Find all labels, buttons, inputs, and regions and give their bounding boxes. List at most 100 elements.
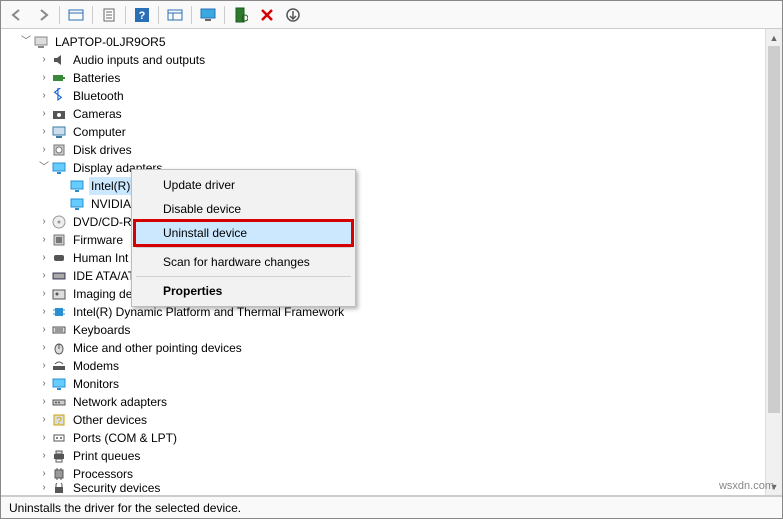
- device-node[interactable]: NVIDIA: [1, 195, 765, 213]
- device-tree[interactable]: ﹀ LAPTOP-0LJR9OR5 ›Audio inputs and outp…: [1, 29, 765, 495]
- expand-icon[interactable]: ›: [37, 483, 51, 493]
- menu-item[interactable]: Properties: [135, 279, 352, 303]
- category-label: Mice and other pointing devices: [71, 339, 244, 357]
- display-icon: [51, 160, 67, 176]
- back-button[interactable]: [5, 4, 29, 26]
- menu-item[interactable]: Uninstall device: [135, 221, 352, 245]
- expand-icon[interactable]: ›: [37, 395, 51, 409]
- category-label: Cameras: [71, 105, 124, 123]
- device-node[interactable]: Intel(R): [1, 177, 765, 195]
- modem-icon: [51, 358, 67, 374]
- expand-icon[interactable]: ›: [37, 305, 51, 319]
- network-icon: [51, 394, 67, 410]
- collapse-icon[interactable]: ﹀: [19, 35, 33, 49]
- collapse-icon[interactable]: ﹀: [37, 161, 51, 175]
- expand-icon[interactable]: ›: [37, 89, 51, 103]
- scan-button[interactable]: [229, 4, 253, 26]
- device-manager-window: ? ﹀ LAPTOP-0LJR9OR5 ›Audio inputs: [0, 0, 783, 519]
- expand-icon[interactable]: ›: [37, 71, 51, 85]
- expand-icon[interactable]: ›: [37, 467, 51, 481]
- category-node[interactable]: › Mice and other pointing devices: [1, 339, 765, 357]
- category-node[interactable]: ›Imaging de: [1, 285, 765, 303]
- separator: [125, 6, 126, 24]
- views-button[interactable]: [163, 4, 187, 26]
- printer-icon: [51, 448, 67, 464]
- category-node[interactable]: › DVD/CD-R: [1, 213, 765, 231]
- menu-item[interactable]: Disable device: [135, 197, 352, 221]
- category-node[interactable]: › Security devices: [1, 483, 765, 493]
- separator: [92, 6, 93, 24]
- battery-icon: [51, 70, 67, 86]
- status-text: Uninstalls the driver for the selected d…: [9, 501, 241, 515]
- expand-icon[interactable]: ›: [37, 413, 51, 427]
- cpu-icon: [51, 466, 67, 482]
- category-node[interactable]: › Modems: [1, 357, 765, 375]
- category-node[interactable]: ›Computer: [1, 123, 765, 141]
- ide-icon: [51, 268, 67, 284]
- expand-icon[interactable]: ›: [37, 215, 51, 229]
- context-menu: Update driverDisable deviceUninstall dev…: [131, 169, 356, 307]
- category-node[interactable]: › Keyboards: [1, 321, 765, 339]
- computer-icon: [33, 34, 49, 50]
- help-button[interactable]: ?: [130, 4, 154, 26]
- port-icon: [51, 430, 67, 446]
- category-node[interactable]: ﹀Display adapters: [1, 159, 765, 177]
- category-node[interactable]: ›Intel(R) Dynamic Platform and Thermal F…: [1, 303, 765, 321]
- menu-item[interactable]: Scan for hardware changes: [135, 250, 352, 274]
- scroll-track[interactable]: [766, 46, 782, 478]
- expand-icon[interactable]: ›: [37, 323, 51, 337]
- scroll-thumb[interactable]: [768, 46, 780, 413]
- toolbar: ?: [1, 1, 782, 29]
- forward-button[interactable]: [31, 4, 55, 26]
- expand-icon[interactable]: ›: [37, 107, 51, 121]
- properties-button[interactable]: [97, 4, 121, 26]
- category-node[interactable]: ›IDE ATA/AT: [1, 267, 765, 285]
- display-icon: [69, 196, 85, 212]
- expand-icon[interactable]: ›: [37, 53, 51, 67]
- show-hidden-button[interactable]: [64, 4, 88, 26]
- expand-icon[interactable]: ›: [37, 143, 51, 157]
- category-label: Other devices: [71, 411, 149, 429]
- expand-icon[interactable]: ›: [37, 431, 51, 445]
- category-label: Keyboards: [71, 321, 132, 339]
- category-node[interactable]: ›Firmware: [1, 231, 765, 249]
- device-label: NVIDIA: [89, 195, 133, 213]
- category-label: Security devices: [71, 483, 162, 493]
- category-node[interactable]: ›Human Int: [1, 249, 765, 267]
- category-node[interactable]: ›Processors: [1, 465, 765, 483]
- expand-icon[interactable]: ›: [37, 251, 51, 265]
- expand-icon[interactable]: ›: [37, 233, 51, 247]
- status-bar: Uninstalls the driver for the selected d…: [1, 496, 782, 518]
- category-node[interactable]: ›Audio inputs and outputs: [1, 51, 765, 69]
- category-node[interactable]: ›Bluetooth: [1, 87, 765, 105]
- monitor-icon: [51, 376, 67, 392]
- expand-icon[interactable]: ›: [37, 449, 51, 463]
- update-button[interactable]: [281, 4, 305, 26]
- expand-icon[interactable]: ›: [37, 125, 51, 139]
- scroll-up-icon[interactable]: ▲: [766, 29, 782, 46]
- menu-item[interactable]: Update driver: [135, 173, 352, 197]
- expand-icon[interactable]: ›: [37, 269, 51, 283]
- category-node[interactable]: ›Ports (COM & LPT): [1, 429, 765, 447]
- other-icon: ?: [51, 412, 67, 428]
- category-node[interactable]: ›Print queues: [1, 447, 765, 465]
- category-label: Modems: [71, 357, 121, 375]
- disk-icon: [51, 142, 67, 158]
- category-node[interactable]: ›Disk drives: [1, 141, 765, 159]
- scrollbar[interactable]: ▲ ▼: [765, 29, 782, 495]
- expand-icon[interactable]: ›: [37, 341, 51, 355]
- category-node[interactable]: ›Monitors: [1, 375, 765, 393]
- monitor-button[interactable]: [196, 4, 220, 26]
- expand-icon[interactable]: ›: [37, 359, 51, 373]
- category-node[interactable]: ›Batteries: [1, 69, 765, 87]
- category-label: DVD/CD-R: [71, 213, 134, 231]
- remove-button[interactable]: [255, 4, 279, 26]
- category-node[interactable]: ›Network adapters: [1, 393, 765, 411]
- menu-separator: [136, 276, 351, 277]
- category-node[interactable]: ›?Other devices: [1, 411, 765, 429]
- category-node[interactable]: › Cameras: [1, 105, 765, 123]
- root-node[interactable]: ﹀ LAPTOP-0LJR9OR5: [1, 33, 765, 51]
- computer-icon: [51, 124, 67, 140]
- expand-icon[interactable]: ›: [37, 377, 51, 391]
- expand-icon[interactable]: ›: [37, 287, 51, 301]
